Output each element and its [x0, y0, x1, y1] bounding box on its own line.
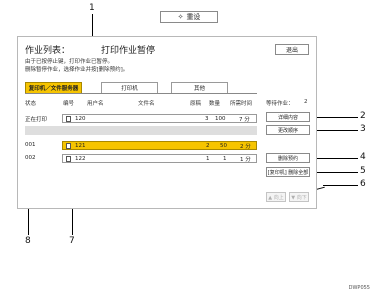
- job-row-selected[interactable]: 121 2 50 2 分: [62, 141, 257, 150]
- callout-3-line: [310, 130, 358, 131]
- callout-5: 5: [360, 166, 366, 176]
- exit-button[interactable]: 退出: [275, 44, 309, 55]
- job-quantity: 1: [223, 155, 227, 162]
- document-icon: [66, 115, 71, 122]
- reset-label: 重设: [186, 13, 201, 21]
- change-order-button[interactable]: 更改顺序: [266, 125, 310, 135]
- scroll-down-button[interactable]: ▼ 向下: [289, 192, 309, 202]
- callout-2: 2: [360, 111, 366, 121]
- job-quantity: 100: [215, 115, 226, 122]
- callout-6-line: [323, 185, 358, 186]
- header-time: 所需时间: [230, 101, 253, 107]
- job-row[interactable]: 122 1 1 1 分: [62, 154, 257, 163]
- callout-1: 1: [89, 3, 95, 13]
- separator-band: [25, 126, 257, 135]
- star-icon: ✧: [177, 13, 184, 21]
- reset-button[interactable]: ✧ 重设: [160, 11, 218, 23]
- document-icon: [66, 155, 71, 162]
- row-status: 正在打印: [25, 117, 48, 123]
- job-quantity: 50: [220, 142, 227, 149]
- callout-7: 7: [69, 236, 75, 246]
- header-number: 编号: [63, 101, 75, 107]
- job-time: 2 分: [240, 143, 251, 150]
- callout-2-line: [310, 117, 358, 118]
- job-number: 121: [75, 142, 86, 149]
- header-quantity: 数量: [209, 101, 221, 107]
- header-user: 用户名: [87, 101, 104, 107]
- description: 由于已按停止键，打印作业已暂停。 删除暂停作业，选择作业并按[删除预约]。: [25, 59, 128, 74]
- document-icon: [66, 142, 71, 149]
- callout-3: 3: [360, 124, 366, 134]
- callout-8: 8: [25, 236, 31, 246]
- waiting-jobs-count: 2: [304, 99, 308, 105]
- row-status: 002: [25, 155, 36, 161]
- callout-4: 4: [360, 152, 366, 162]
- job-originals: 3: [205, 115, 209, 122]
- header-filename: 文件名: [138, 101, 155, 107]
- waiting-jobs-label: 等待作业：: [266, 101, 294, 107]
- page-title: 作业列表：: [25, 46, 71, 56]
- callout-6: 6: [360, 179, 366, 189]
- details-button[interactable]: 详细内容: [266, 112, 310, 122]
- job-number: 122: [75, 155, 86, 162]
- delete-reservation-button[interactable]: 删除预约: [266, 153, 310, 163]
- description-line-2: 删除暂停作业，选择作业并按[删除预约]。: [25, 66, 129, 73]
- job-originals: 1: [206, 155, 210, 162]
- callout-4-line: [310, 158, 358, 159]
- job-time: 1 分: [240, 156, 251, 163]
- scroll-up-button[interactable]: ▲ 向上: [266, 192, 286, 202]
- row-status: 001: [25, 142, 36, 148]
- description-line-1: 由于已按停止键，打印作业已暂停。: [25, 59, 114, 65]
- job-number: 120: [75, 115, 86, 122]
- job-row-printing[interactable]: 120 3 100 7 分: [62, 114, 257, 123]
- tab-divider: [25, 93, 257, 94]
- delete-all-button[interactable]: [复印机] 删除全部: [266, 167, 310, 177]
- header-originals: 原稿: [190, 101, 202, 107]
- job-time: 7 分: [239, 116, 250, 123]
- page-subtitle: 打印作业暂停: [101, 46, 156, 56]
- figure-id: DWP055: [348, 285, 370, 291]
- job-originals: 2: [206, 142, 210, 149]
- callout-5-line: [310, 172, 358, 173]
- header-status: 状态: [25, 101, 37, 107]
